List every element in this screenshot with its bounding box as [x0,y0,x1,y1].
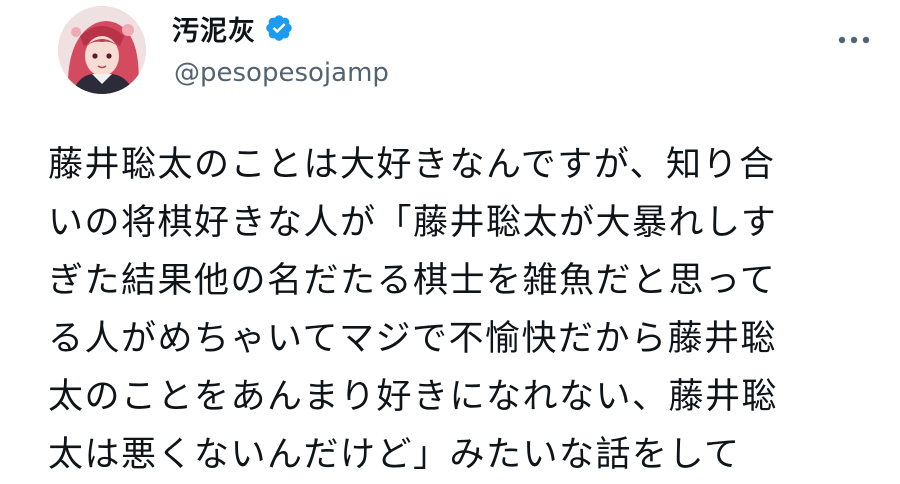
tweet-text-line: 藤井聡太のことは大好きなんですが、知り合 [48,145,776,185]
display-name[interactable]: 汚泥灰 [172,9,256,48]
tweet-header: 汚泥灰 @pesopesojamp [0,0,900,110]
tweet-text-line: 太は悪くないんだけど」みたいな話をして [48,435,741,475]
name-row: 汚泥灰 [172,9,294,48]
avatar-image [58,6,146,94]
avatar[interactable] [58,6,146,94]
tweet-text-line: 太のことをあんまり好きになれない、藤井聡 [48,377,779,417]
more-options-icon[interactable] [832,22,876,58]
verified-badge-icon [264,13,294,43]
user-handle[interactable]: @pesopesojamp [174,58,389,88]
tweet-text-line: ぎた結果他の名だたる棋士を雑魚だと思って [48,261,777,301]
tweet-text-line: る人がめちゃいてマジで不愉快だから藤井聡 [48,319,777,359]
tweet-text-line: いの将棋好きな人が「藤井聡太が大暴れしす [48,203,778,243]
tweet-text: 藤井聡太のことは大好きなんですが、知り合 いの将棋好きな人が「藤井聡太が大暴れし… [48,136,878,484]
